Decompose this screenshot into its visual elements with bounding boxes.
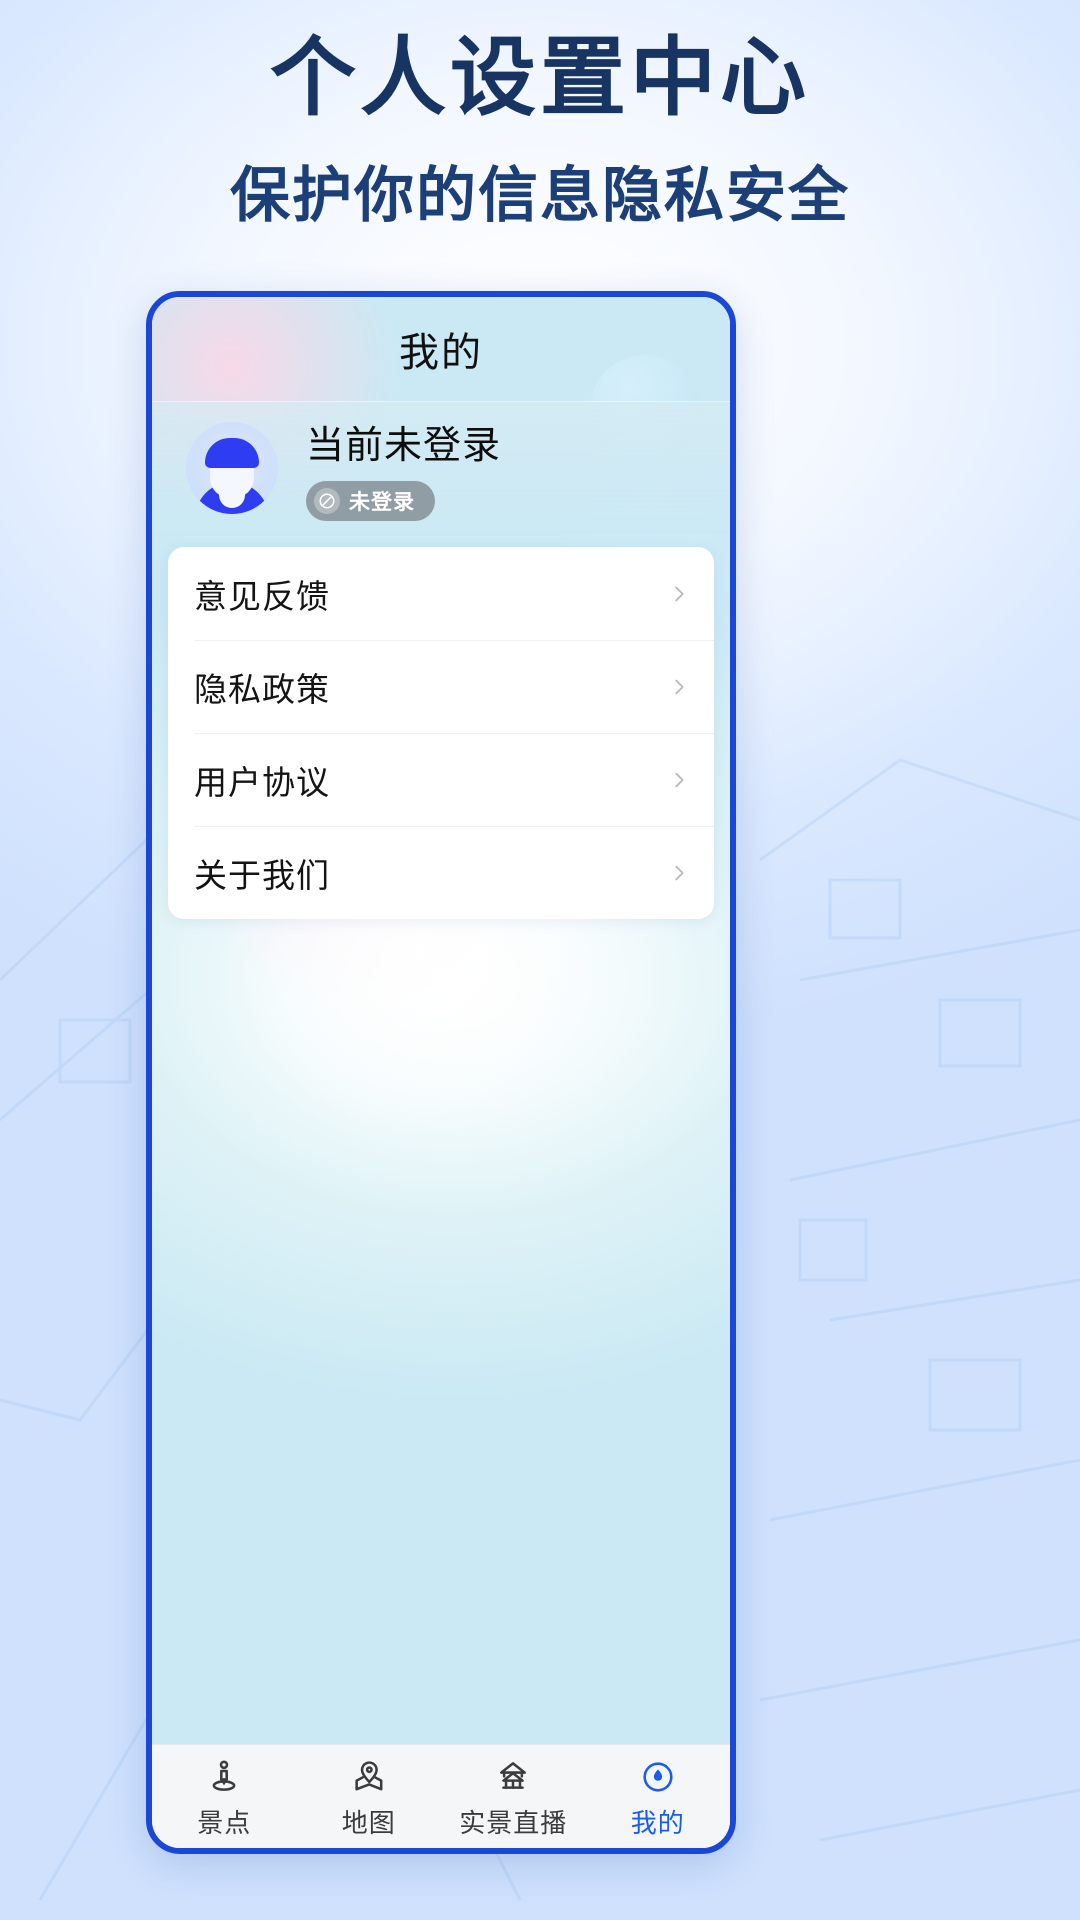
menu-item-about-us[interactable]: 关于我们 xyxy=(168,826,714,919)
tab-map[interactable]: 地图 xyxy=(297,1754,442,1840)
tab-label: 地图 xyxy=(341,1807,396,1838)
page-subtitle: 保护你的信息隐私安全 xyxy=(230,162,850,230)
menu-item-label: 关于我们 xyxy=(194,856,330,894)
user-avatar-icon[interactable] xyxy=(186,421,278,514)
tab-attractions[interactable]: 景点 xyxy=(152,1754,297,1840)
status-badge[interactable]: 未登录 xyxy=(306,481,435,521)
tab-label: 景点 xyxy=(197,1807,252,1838)
menu-item-privacy-policy[interactable]: 隐私政策 xyxy=(168,640,714,733)
profile-droplet-icon xyxy=(639,1754,677,1796)
profile-name: 当前未登录 xyxy=(306,425,502,467)
no-entry-icon xyxy=(314,488,340,514)
settings-menu-card: 意见反馈 隐私政策 用户协议 关于我们 xyxy=(168,547,714,919)
tab-profile[interactable]: 我的 xyxy=(586,1754,731,1840)
menu-item-user-agreement[interactable]: 用户协议 xyxy=(168,733,714,826)
screen-empty-area xyxy=(152,919,730,1744)
hero-headings: 个人设置中心 保护你的信息隐私安全 xyxy=(0,28,1080,234)
page-title: 个人设置中心 xyxy=(270,30,810,126)
menu-item-label: 隐私政策 xyxy=(194,670,330,708)
app-screen: 我的 当前未登录 未登录 意见反馈 隐私政策 用户协议 关于我们 景点 地图 实… xyxy=(152,297,730,1848)
status-badge-label: 未登录 xyxy=(349,491,415,514)
tab-label: 实景直播 xyxy=(459,1807,568,1838)
pagoda-icon xyxy=(494,1754,532,1796)
app-header: 我的 xyxy=(152,297,730,401)
menu-item-label: 意见反馈 xyxy=(194,577,330,615)
bottom-tabbar: 景点 地图 实景直播 我的 xyxy=(152,1744,730,1848)
chevron-right-icon xyxy=(668,676,690,698)
chevron-right-icon xyxy=(668,583,690,605)
tab-label: 我的 xyxy=(630,1807,685,1838)
profile-section[interactable]: 当前未登录 未登录 xyxy=(152,401,730,533)
chevron-right-icon xyxy=(668,862,690,884)
chevron-right-icon xyxy=(668,769,690,791)
phone-mockup: 我的 当前未登录 未登录 意见反馈 隐私政策 用户协议 关于我们 景点 地图 实… xyxy=(146,291,736,1854)
attraction-pin-icon xyxy=(205,1754,243,1796)
menu-item-feedback[interactable]: 意见反馈 xyxy=(168,547,714,640)
tab-live-view[interactable]: 实景直播 xyxy=(441,1754,586,1840)
app-header-title: 我的 xyxy=(399,331,483,375)
profile-text: 当前未登录 未登录 xyxy=(306,414,501,521)
menu-item-label: 用户协议 xyxy=(194,763,330,801)
map-pin-icon xyxy=(350,1754,388,1796)
